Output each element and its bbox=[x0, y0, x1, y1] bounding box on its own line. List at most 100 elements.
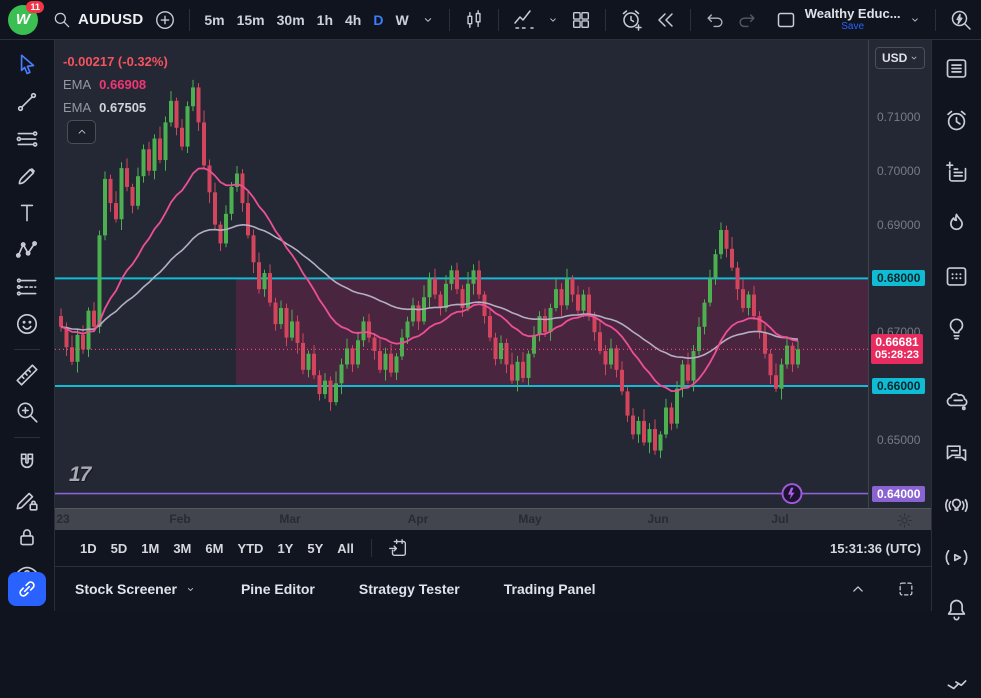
emoji-tool-button[interactable] bbox=[14, 311, 40, 337]
text-tool-button[interactable] bbox=[14, 200, 40, 226]
panel-expand-button[interactable] bbox=[843, 576, 873, 602]
tab-pine-editor[interactable]: Pine Editor bbox=[241, 581, 315, 597]
interval-30m[interactable]: 30m bbox=[271, 8, 311, 32]
undo-button[interactable] bbox=[699, 6, 731, 34]
zoom-in-tool-button[interactable] bbox=[14, 399, 40, 425]
layout-name-button[interactable]: Wealthy Educ... Save bbox=[805, 7, 901, 33]
toolbar-separator bbox=[605, 9, 606, 31]
drawing-mode-button[interactable] bbox=[14, 487, 40, 513]
level-label: 0.68000 bbox=[872, 270, 925, 286]
range-all[interactable]: All bbox=[330, 538, 361, 559]
tab-trading-panel[interactable]: Trading Panel bbox=[504, 581, 596, 597]
range-5d[interactable]: 5D bbox=[104, 538, 135, 559]
layout-select-button[interactable] bbox=[769, 5, 803, 35]
go-to-date-button[interactable] bbox=[382, 534, 414, 562]
fib-retracement-tool-button[interactable] bbox=[14, 274, 40, 300]
notifications-button[interactable] bbox=[938, 593, 975, 626]
sync-drawings-button[interactable] bbox=[8, 572, 46, 606]
pattern-tool-button[interactable] bbox=[14, 237, 40, 263]
cursor-tool-button[interactable] bbox=[14, 52, 40, 78]
layout-templates-button[interactable] bbox=[565, 6, 597, 34]
indicators-icon bbox=[512, 8, 536, 32]
tab-strategy-tester[interactable]: Strategy Tester bbox=[359, 581, 460, 597]
chart-pane[interactable]: USD 0.710000.700000.690000.670000.65000 … bbox=[55, 40, 931, 530]
list-add-icon bbox=[943, 159, 970, 186]
currency-dropdown[interactable]: USD bbox=[875, 47, 925, 69]
bar-replay-button[interactable] bbox=[648, 5, 682, 35]
interval-menu-button[interactable] bbox=[415, 9, 441, 31]
quick-search-button[interactable] bbox=[944, 5, 978, 35]
watchlist-button[interactable] bbox=[938, 52, 975, 85]
range-3m[interactable]: 3M bbox=[166, 538, 198, 559]
add-to-watchlist-button[interactable] bbox=[938, 156, 975, 189]
candle-body bbox=[609, 348, 613, 364]
candle-body bbox=[560, 289, 564, 305]
interval-D[interactable]: D bbox=[367, 8, 389, 32]
plus-circle-icon bbox=[154, 9, 176, 31]
time-axis-settings-button[interactable] bbox=[891, 509, 918, 532]
price-scale[interactable]: USD 0.710000.700000.690000.670000.65000 … bbox=[868, 40, 931, 508]
time-axis[interactable]: 23FebMarAprMayJunJul bbox=[55, 508, 931, 530]
candlestick-chart[interactable] bbox=[55, 40, 868, 508]
magnet-mode-button[interactable] bbox=[14, 450, 40, 476]
alerts-button[interactable] bbox=[938, 104, 975, 137]
search-lightning-icon bbox=[949, 8, 973, 32]
trend-line-tool-button[interactable] bbox=[14, 89, 40, 115]
time-axis-label: Feb bbox=[169, 512, 190, 526]
interval-4h[interactable]: 4h bbox=[339, 8, 367, 32]
indicators-menu-button[interactable] bbox=[541, 10, 565, 30]
interval-W[interactable]: W bbox=[389, 8, 414, 32]
widgetbar-collapse-button[interactable] bbox=[939, 666, 975, 698]
candle-body bbox=[747, 295, 751, 308]
range-6m[interactable]: 6M bbox=[198, 538, 230, 559]
ema-2-row[interactable]: EMA 0.67505 bbox=[63, 96, 168, 119]
link-icon bbox=[16, 578, 38, 600]
range-1m[interactable]: 1M bbox=[134, 538, 166, 559]
candle-body bbox=[351, 348, 355, 364]
candle-body bbox=[730, 249, 734, 268]
range-ytd[interactable]: YTD bbox=[230, 538, 270, 559]
toolbar-separator bbox=[690, 9, 691, 31]
streams-button[interactable] bbox=[938, 541, 975, 574]
tab-stock-screener[interactable]: Stock Screener bbox=[75, 581, 197, 597]
ideas-button[interactable] bbox=[938, 312, 975, 345]
horizontal-lines-tool-button[interactable] bbox=[14, 126, 40, 152]
chat-button[interactable] bbox=[938, 437, 975, 470]
range-1d[interactable]: 1D bbox=[73, 538, 104, 559]
indicators-button[interactable] bbox=[507, 5, 541, 35]
interval-5m[interactable]: 5m bbox=[198, 8, 230, 32]
candle-body bbox=[494, 338, 498, 360]
ruler-icon bbox=[14, 362, 40, 388]
legend-collapse-button[interactable] bbox=[67, 120, 96, 144]
candle-body bbox=[527, 354, 531, 378]
range-buttons: 1D5D1M3M6MYTD1Y5YAll bbox=[73, 538, 361, 559]
interval-15m[interactable]: 15m bbox=[231, 8, 271, 32]
minds-button[interactable] bbox=[938, 385, 975, 418]
chart-settings-button[interactable] bbox=[978, 5, 981, 35]
range-1y[interactable]: 1Y bbox=[270, 538, 300, 559]
symbol-search-button[interactable]: AUDUSD bbox=[46, 6, 149, 34]
candle-body bbox=[103, 179, 107, 235]
interval-1h[interactable]: 1h bbox=[311, 8, 339, 32]
brush-tool-button[interactable] bbox=[14, 163, 40, 189]
create-alert-button[interactable] bbox=[614, 5, 648, 35]
ema-1-row[interactable]: EMA 0.66908 bbox=[63, 73, 168, 96]
watchlist-icon bbox=[943, 55, 970, 82]
lock-drawings-button[interactable] bbox=[14, 524, 40, 550]
candle-body bbox=[604, 351, 608, 364]
range-5y[interactable]: 5Y bbox=[300, 538, 330, 559]
compare-add-symbol-button[interactable] bbox=[149, 6, 181, 34]
hotlists-button[interactable] bbox=[938, 208, 975, 241]
chevron-down-icon bbox=[546, 13, 560, 27]
measure-tool-button[interactable] bbox=[14, 362, 40, 388]
session-clock[interactable]: 15:31:36 (UTC) bbox=[830, 541, 923, 556]
live-ideas-button[interactable] bbox=[938, 489, 975, 522]
panel-maximize-button[interactable] bbox=[891, 576, 921, 602]
redo-button[interactable] bbox=[731, 6, 763, 34]
calendar-button[interactable] bbox=[938, 260, 975, 293]
toolbar-separator bbox=[935, 9, 936, 31]
main-menu-logo[interactable]: W 11 bbox=[8, 5, 38, 35]
layout-menu-button[interactable] bbox=[903, 10, 927, 30]
save-layout-link[interactable]: Save bbox=[841, 20, 864, 33]
chart-style-button[interactable] bbox=[458, 6, 490, 34]
